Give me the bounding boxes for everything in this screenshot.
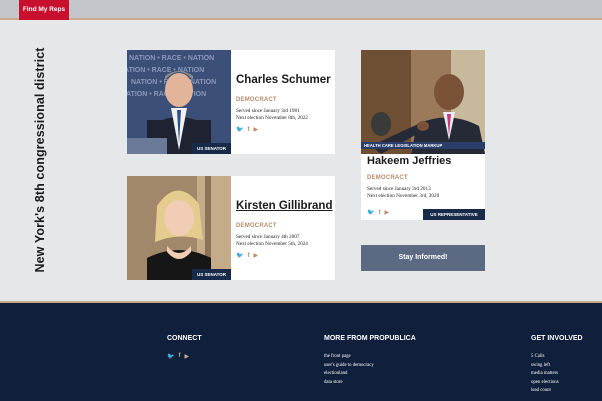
rep-name-link[interactable]: Kirsten Gillibrand	[236, 200, 333, 212]
social-links: 🐦 f ▶	[236, 253, 258, 260]
party-label: DEMOCRACT	[236, 223, 277, 229]
find-my-reps-button[interactable]: Find My Reps	[19, 0, 69, 20]
next-election: Next election November 5th, 2024	[236, 241, 308, 247]
youtube-icon[interactable]: ▶	[253, 253, 258, 260]
twitter-icon[interactable]: 🐦	[167, 353, 174, 360]
rep-name: Hakeem Jeffries	[367, 155, 452, 167]
district-title: New York's 8th congressional district	[33, 47, 47, 273]
stay-informed-button[interactable]: Stay Informed!	[361, 245, 485, 271]
footer-link[interactable]: swing left	[531, 362, 559, 371]
next-election: Next election November 3rd, 2020	[367, 193, 440, 199]
facebook-icon[interactable]: f	[378, 210, 380, 217]
twitter-icon[interactable]: 🐦	[236, 127, 243, 134]
next-election: Next election November 8th, 2022	[236, 115, 308, 121]
youtube-icon[interactable]: ▶	[253, 127, 258, 134]
facebook-icon[interactable]: f	[178, 353, 180, 360]
footer-link[interactable]: the front page	[324, 353, 374, 362]
rep-photo-gillibrand	[127, 176, 231, 280]
social-links: 🐦 f ▶	[367, 210, 389, 217]
footer-link[interactable]: data store	[324, 379, 374, 388]
footer: CONNECT 🐦 f ▶ MORE FROM PROPUBLICA the f…	[0, 301, 602, 401]
footer-link[interactable]: electionland	[324, 370, 374, 379]
footer-involved-heading: GET INVOLVED	[531, 335, 583, 342]
social-links: 🐦 f ▶	[236, 127, 258, 134]
footer-link[interactable]: media matters	[531, 370, 559, 379]
footer-link[interactable]: lead count	[531, 387, 559, 396]
role-badge: US SENATOR	[192, 143, 231, 154]
top-bar: Find My Reps	[0, 0, 602, 20]
backdrop-text: NATION • RACE • NATION	[129, 55, 214, 62]
footer-link[interactable]: 5 Calls	[531, 353, 559, 362]
rep-photo-schumer: NATION • RACE • NATION NATION • RACE • N…	[127, 50, 231, 154]
footer-link[interactable]: user's guide to democracy	[324, 362, 374, 371]
rep-card-gillibrand: US SENATOR Kirsten Gillibrand DEMOCRACT …	[127, 176, 335, 280]
footer-social-links: 🐦 f ▶	[167, 353, 189, 360]
rep-card-jeffries: HEALTH CARE LEGISLATION MARKUP Hakeem Je…	[361, 50, 485, 220]
footer-more-links: the front page user's guide to democracy…	[324, 353, 374, 387]
footer-involved-links: 5 Calls swing left media matters open el…	[531, 353, 559, 396]
rep-photo-jeffries	[361, 50, 485, 154]
facebook-icon[interactable]: f	[247, 127, 249, 134]
role-badge: US REPRESENTATIVE	[423, 209, 485, 220]
footer-more-heading: MORE FROM PROPUBLICA	[324, 335, 416, 342]
footer-link[interactable]: open elections	[531, 379, 559, 388]
backdrop-text: NATION • RACE • NATION	[127, 67, 204, 74]
photo-caption: HEALTH CARE LEGISLATION MARKUP	[361, 142, 485, 149]
youtube-icon[interactable]: ▶	[184, 353, 189, 360]
party-label: DEMOCRACT	[236, 97, 277, 103]
rep-card-schumer: NATION • RACE • NATION NATION • RACE • N…	[127, 50, 335, 154]
facebook-icon[interactable]: f	[247, 253, 249, 260]
footer-connect-heading: CONNECT	[167, 335, 202, 342]
twitter-icon[interactable]: 🐦	[236, 253, 243, 260]
role-badge: US SENATOR	[192, 269, 231, 280]
youtube-icon[interactable]: ▶	[384, 210, 389, 217]
rep-name: Charles Schumer	[236, 74, 331, 86]
party-label: DEMOCRACT	[367, 175, 408, 181]
twitter-icon[interactable]: 🐦	[367, 210, 374, 217]
